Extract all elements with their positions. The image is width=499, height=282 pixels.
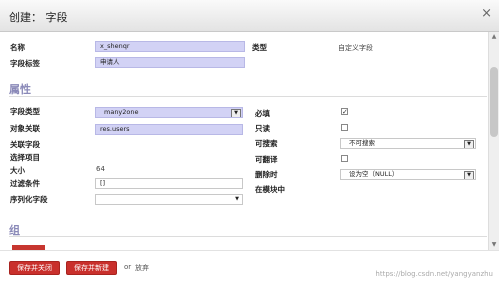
required-label: 必填: [255, 109, 270, 118]
size-label: 大小: [10, 166, 25, 175]
save-close-button[interactable]: 保存并关闭: [9, 261, 60, 275]
on-delete-value: 设为空（NULL）: [349, 170, 399, 178]
vertical-scrollbar[interactable]: ▲ ▼: [488, 32, 499, 250]
scroll-up-icon[interactable]: ▲: [489, 32, 499, 42]
dialog-footer: 保存并关闭 保存并新建 or 放弃 https://blog.csdn.net/…: [0, 250, 499, 282]
serialization-select[interactable]: ▼: [95, 194, 243, 205]
translatable-label: 可翻译: [255, 155, 278, 164]
translatable-checkbox[interactable]: [341, 155, 348, 162]
field-type-label: 字段类型: [10, 107, 40, 116]
field-type-select[interactable]: many2one ▼: [95, 107, 243, 118]
chevron-down-icon: ▼: [464, 140, 474, 148]
searchable-value: 不可搜索: [349, 139, 375, 147]
type-label: 类型: [252, 43, 267, 52]
on-delete-select[interactable]: 设为空（NULL） ▼: [340, 169, 476, 180]
dialog-body: 名称 x_shenqr 字段标签 申请人 类型 自定义字段 属性 字段类型 ma…: [0, 32, 488, 250]
field-label-label: 字段标签: [10, 59, 40, 68]
relation-field-label: 关联字段: [10, 140, 40, 149]
chevron-down-icon: ▼: [235, 196, 239, 202]
chevron-down-icon: ▼: [464, 171, 474, 179]
searchable-select[interactable]: 不可搜索 ▼: [340, 138, 476, 149]
required-checkbox[interactable]: ✓: [341, 108, 348, 116]
chevron-down-icon: ▼: [231, 109, 241, 117]
selection-label: 选择项目: [10, 153, 40, 162]
groups-divider: [9, 236, 487, 237]
size-value: 64: [96, 165, 105, 173]
readonly-checkbox[interactable]: [341, 124, 348, 131]
discard-link[interactable]: 放弃: [135, 263, 149, 273]
dialog-title: 创建： 字段: [9, 11, 68, 24]
searchable-label: 可搜索: [255, 139, 278, 148]
in-modules-label: 在模块中: [255, 185, 285, 194]
domain-label: 过滤条件: [10, 179, 40, 188]
field-label-input[interactable]: 申请人: [95, 57, 245, 68]
domain-input[interactable]: []: [95, 178, 243, 189]
properties-divider: [9, 96, 487, 97]
save-new-button[interactable]: 保存并新建: [66, 261, 117, 275]
create-field-dialog: 创建： 字段 × 名称 x_shenqr 字段标签 申请人 类型 自定义字段 属…: [0, 0, 499, 282]
type-value: 自定义字段: [338, 44, 373, 52]
name-label: 名称: [10, 43, 25, 52]
on-delete-label: 删除时: [255, 170, 278, 179]
relation-input[interactable]: res.users: [95, 124, 243, 135]
relation-label: 对象关联: [10, 124, 40, 133]
watermark: https://blog.csdn.net/yangyanzhu: [375, 270, 493, 278]
dialog-titlebar: 创建： 字段 ×: [0, 0, 499, 32]
properties-section-title: 属性: [9, 83, 31, 96]
name-input[interactable]: x_shenqr: [95, 41, 245, 52]
or-text: or: [124, 263, 132, 271]
readonly-label: 只读: [255, 124, 270, 133]
scroll-thumb[interactable]: [490, 67, 498, 137]
close-icon[interactable]: ×: [481, 6, 492, 21]
serialization-label: 序列化字段: [10, 195, 48, 204]
scroll-down-icon[interactable]: ▼: [489, 240, 499, 250]
field-type-value: many2one: [104, 108, 139, 116]
